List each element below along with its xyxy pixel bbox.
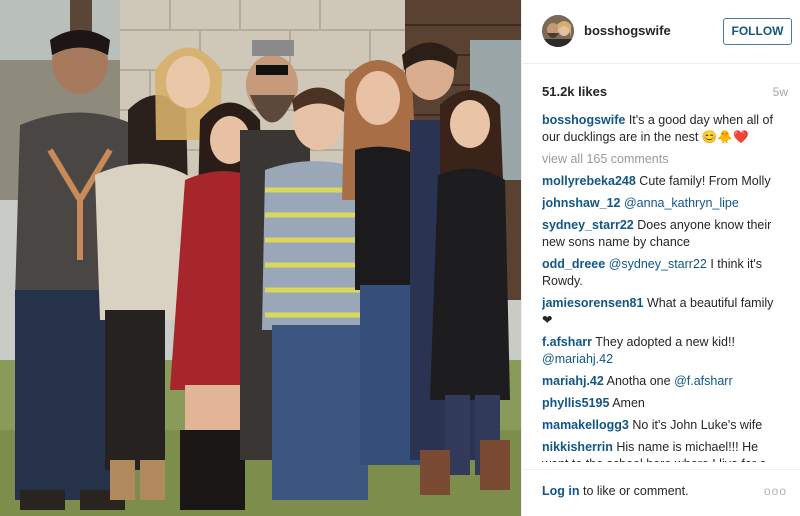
caption-username[interactable]: bosshogswife bbox=[542, 113, 625, 127]
login-link[interactable]: Log in bbox=[542, 484, 580, 498]
comment-item: jamiesorensen81 What a beautiful family … bbox=[542, 295, 787, 329]
comment-username[interactable]: sydney_starr22 bbox=[542, 218, 634, 232]
login-text: to like or comment. bbox=[579, 484, 689, 498]
comment-username[interactable]: odd_dreee bbox=[542, 257, 605, 271]
caption-emoji: 😊🐥❤️ bbox=[701, 130, 749, 144]
comments-list[interactable]: bosshogswife It's a good day when all of… bbox=[542, 112, 787, 462]
comment-item: phyllis5195 Amen bbox=[542, 395, 787, 412]
comment-item: f.afsharr They adopted a new kid!! @mari… bbox=[542, 334, 787, 368]
comment-mention[interactable]: @anna_kathryn_lipe bbox=[624, 196, 739, 210]
comment-username[interactable]: mariahj.42 bbox=[542, 374, 604, 388]
more-dots-icon[interactable]: ooo bbox=[764, 484, 787, 498]
comment-mention[interactable]: @sydney_starr22 bbox=[609, 257, 707, 271]
login-prompt: Log in to like or comment. bbox=[542, 484, 689, 498]
likes-count[interactable]: 51.2k likes bbox=[542, 84, 607, 99]
comment-item: mollyrebeka248 Cute family! From Molly bbox=[542, 173, 787, 190]
comment-mention[interactable]: @mariahj.42 bbox=[542, 352, 613, 366]
post-footer: Log in to like or comment. ooo bbox=[522, 469, 800, 516]
avatar-image bbox=[542, 15, 574, 47]
comment-item: mariahj.42 Anotha one @f.afsharr bbox=[542, 373, 787, 390]
post-header: bosshogswife FOLLOW bbox=[522, 0, 800, 64]
comment-text: They adopted a new kid!! bbox=[595, 335, 735, 349]
comment-username[interactable]: johnshaw_12 bbox=[542, 196, 621, 210]
avatar[interactable] bbox=[542, 15, 574, 47]
comment-item: mamakellogg3 No it's John Luke's wife bbox=[542, 417, 787, 434]
comment-item: odd_dreee @sydney_starr22 I think it's R… bbox=[542, 256, 787, 290]
family-photo-image bbox=[0, 0, 521, 516]
comment-item: sydney_starr22 Does anyone know their ne… bbox=[542, 217, 787, 251]
post-age: 5w bbox=[772, 85, 788, 99]
username[interactable]: bosshogswife bbox=[584, 23, 671, 38]
comment-mention[interactable]: @f.afsharr bbox=[674, 374, 733, 388]
comment-username[interactable]: mollyrebeka248 bbox=[542, 174, 636, 188]
comment-text: No it's John Luke's wife bbox=[632, 418, 763, 432]
post-sidebar: bosshogswife FOLLOW 51.2k likes 5w bossh… bbox=[521, 0, 800, 516]
comment-username[interactable]: nikkisherrin bbox=[542, 440, 613, 454]
comment-item: nikkisherrin His name is michael!!! He w… bbox=[542, 439, 787, 462]
post-photo[interactable] bbox=[0, 0, 521, 516]
comment-username[interactable]: jamiesorensen81 bbox=[542, 296, 643, 310]
follow-button[interactable]: FOLLOW bbox=[723, 18, 792, 45]
comment-username[interactable]: mamakellogg3 bbox=[542, 418, 629, 432]
comment-text: Amen bbox=[612, 396, 645, 410]
comment-text: Anotha one bbox=[606, 374, 671, 388]
comment-item: johnshaw_12 @anna_kathryn_lipe bbox=[542, 195, 787, 212]
view-all-comments-link[interactable]: view all 165 comments bbox=[542, 151, 787, 168]
comment-username[interactable]: f.afsharr bbox=[542, 335, 592, 349]
comment-username[interactable]: phyllis5195 bbox=[542, 396, 609, 410]
comment-text: Cute family! From Molly bbox=[639, 174, 771, 188]
caption: bosshogswife It's a good day when all of… bbox=[542, 112, 787, 146]
